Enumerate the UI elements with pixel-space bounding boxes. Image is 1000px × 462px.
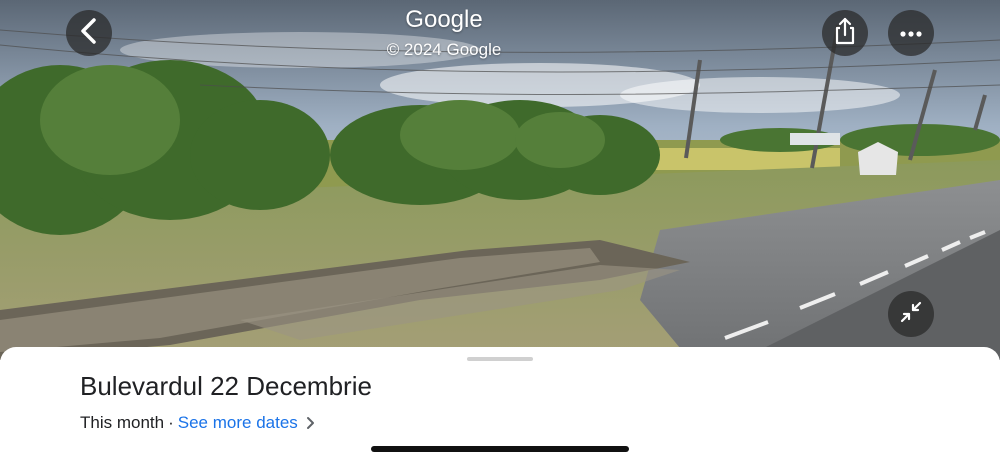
collapse-arrows-icon [899,300,923,329]
sheet-drag-handle[interactable] [467,357,533,361]
back-arrow-icon [78,17,100,49]
place-info-sheet[interactable]: Bulevardul 22 Decembrie This month · See… [0,347,1000,462]
separator: · [168,413,174,432]
see-more-dates-link[interactable]: See more dates [178,413,298,433]
more-horizontal-icon [900,24,922,42]
chevron-right-icon[interactable] [306,416,315,430]
collapse-button[interactable] [888,291,934,337]
back-button[interactable] [66,10,112,56]
home-indicator[interactable] [371,446,629,452]
copyright-text: © 2024 Google [386,40,502,59]
share-button[interactable] [822,10,868,56]
more-options-button[interactable] [888,10,934,56]
place-title: Bulevardul 22 Decembrie [80,371,372,401]
share-icon [833,17,857,50]
date-label: This month [80,413,165,432]
google-title: Google [405,6,483,33]
date-row: This month · See more dates [80,413,315,433]
